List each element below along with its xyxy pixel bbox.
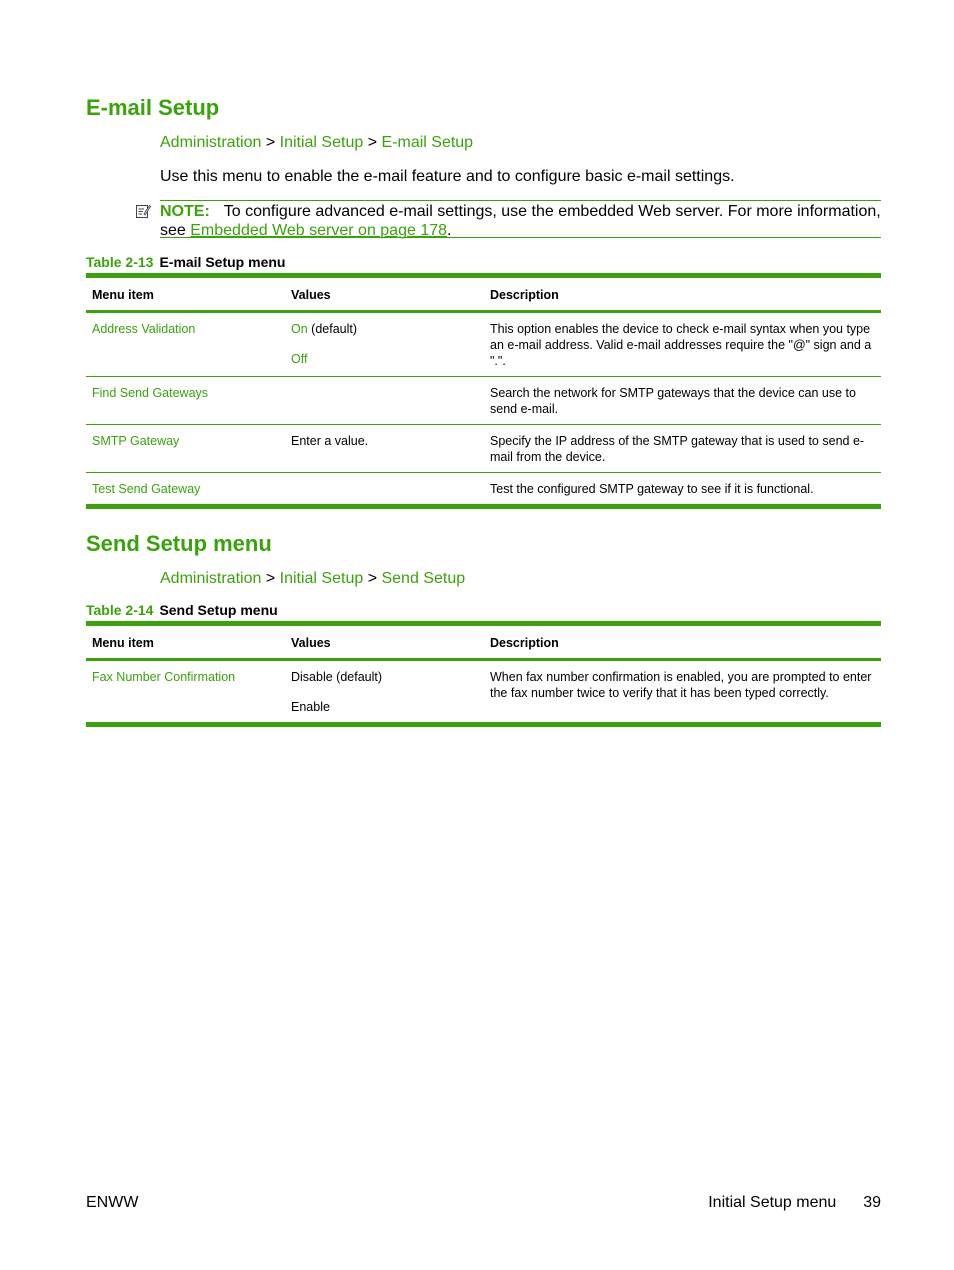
table-row: SMTP Gateway Enter a value. Specify the …	[86, 424, 881, 473]
menu-item-test-send-gateway[interactable]: Test Send Gateway	[86, 472, 285, 509]
breadcrumb-separator: >	[265, 134, 276, 151]
menu-item-smtp-gateway[interactable]: SMTP Gateway	[86, 424, 285, 473]
values-cell: Disable (default) Enable	[285, 659, 484, 727]
value-on: On (default)	[291, 321, 478, 337]
table-caption-2-13: Table 2-13 E-mail Setup menu	[86, 253, 285, 271]
footer-right: Initial Setup menu 39	[708, 1193, 881, 1213]
table-caption-2-14: Table 2-14 Send Setup menu	[86, 601, 278, 619]
col-menu-item: Menu item	[86, 273, 285, 313]
values-cell: Enter a value.	[285, 424, 484, 473]
breadcrumb-separator: >	[367, 570, 378, 587]
description-cell: When fax number confirmation is enabled,…	[484, 659, 881, 727]
breadcrumb-email-setup: Administration > Initial Setup > E-mail …	[160, 133, 473, 153]
breadcrumb-administration[interactable]: Administration	[160, 570, 261, 587]
values-cell	[285, 376, 484, 425]
description-cell: This option enables the device to check …	[484, 311, 881, 377]
email-setup-table: Menu item Values Description Address Val…	[86, 273, 881, 509]
value-on-link[interactable]: On	[291, 322, 308, 336]
breadcrumb-send-setup[interactable]: Send Setup	[381, 570, 465, 587]
table-number: Table 2-14	[86, 602, 154, 618]
description-cell: Test the configured SMTP gateway to see …	[484, 472, 881, 509]
description-cell: Specify the IP address of the SMTP gatew…	[484, 424, 881, 473]
value-enable: Enable	[291, 700, 330, 714]
values-cell	[285, 472, 484, 509]
table-header-row: Menu item Values Description	[86, 621, 881, 661]
note-icon	[136, 204, 151, 218]
intro-paragraph: Use this menu to enable the e-mail featu…	[160, 168, 735, 185]
note-end: .	[447, 222, 452, 239]
table-number: Table 2-13	[86, 254, 154, 270]
description-cell: Search the network for SMTP gateways tha…	[484, 376, 881, 425]
page-number: 39	[863, 1194, 881, 1211]
footer-left: ENWW	[86, 1194, 139, 1211]
col-description: Description	[484, 273, 881, 313]
breadcrumb-administration[interactable]: Administration	[160, 134, 261, 151]
breadcrumb-separator: >	[367, 134, 378, 151]
breadcrumb-email-setup[interactable]: E-mail Setup	[381, 134, 473, 151]
note-box: NOTE: To configure advanced e-mail settin…	[136, 200, 881, 239]
table-row: Address Validation On (default) Off This…	[86, 311, 881, 377]
menu-item-find-send-gateways[interactable]: Find Send Gateways	[86, 376, 285, 425]
embedded-web-server-link[interactable]: Embedded Web server on page 178	[190, 222, 447, 239]
section-title-email-setup: E-mail Setup	[86, 95, 220, 120]
menu-item-address-validation[interactable]: Address Validation	[86, 311, 285, 377]
col-values: Values	[285, 273, 484, 313]
value-default-label: (default)	[307, 322, 358, 336]
value-disable: Disable (default)	[291, 670, 383, 684]
values-cell: On (default) Off	[285, 311, 484, 377]
value-off-link[interactable]: Off	[291, 351, 478, 367]
table-row: Fax Number Confirmation Disable (default…	[86, 659, 881, 727]
col-values: Values	[285, 621, 484, 661]
table-title: E-mail Setup menu	[159, 254, 286, 270]
col-menu-item: Menu item	[86, 621, 285, 661]
table-row: Test Send Gateway Test the configured SM…	[86, 472, 881, 509]
menu-item-fax-number-confirmation[interactable]: Fax Number Confirmation	[86, 659, 285, 727]
table-header-row: Menu item Values Description	[86, 273, 881, 313]
breadcrumb-initial-setup[interactable]: Initial Setup	[280, 570, 364, 587]
footer-section: Initial Setup menu	[708, 1194, 837, 1211]
col-description: Description	[484, 621, 881, 661]
breadcrumb-initial-setup[interactable]: Initial Setup	[280, 134, 364, 151]
breadcrumb-separator: >	[265, 570, 276, 587]
send-setup-table: Menu item Values Description Fax Number …	[86, 621, 881, 727]
breadcrumb-send-setup: Administration > Initial Setup > Send Se…	[160, 569, 465, 589]
table-title: Send Setup menu	[159, 602, 278, 618]
section-title-send-setup: Send Setup menu	[86, 531, 272, 556]
table-row: Find Send Gateways Search the network fo…	[86, 376, 881, 425]
note-label: NOTE:	[160, 203, 210, 220]
